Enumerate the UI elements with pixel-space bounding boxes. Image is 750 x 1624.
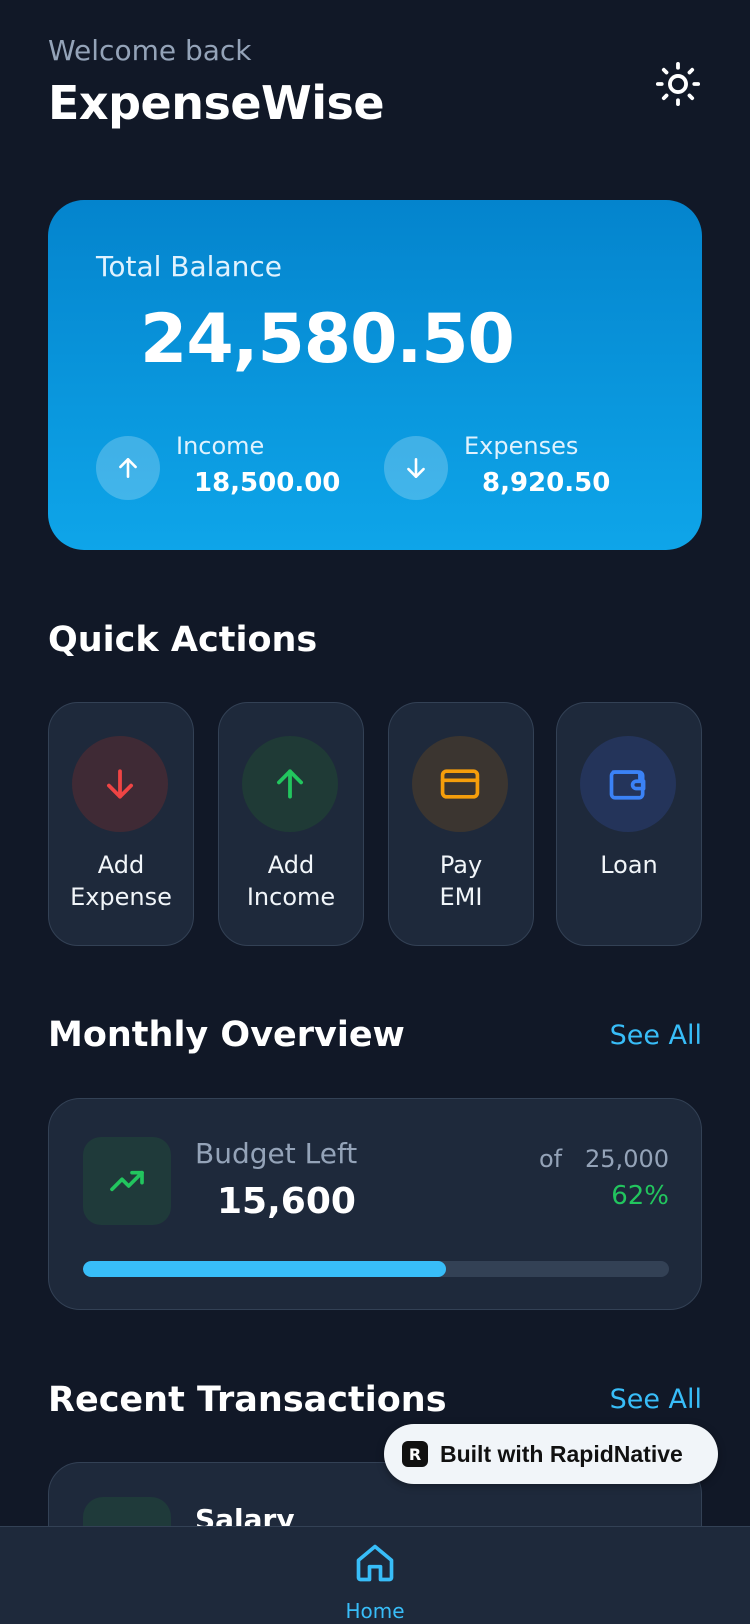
recent-transactions-see-all[interactable]: See All bbox=[610, 1384, 702, 1415]
welcome-text: Welcome back bbox=[48, 34, 252, 67]
credit-card-icon bbox=[440, 769, 480, 799]
budget-total: of 25,000 bbox=[539, 1145, 669, 1173]
theme-toggle-button[interactable] bbox=[652, 58, 704, 110]
loan-label: Loan bbox=[600, 851, 658, 879]
add-income-button[interactable]: Add Income bbox=[218, 702, 364, 946]
built-with-badge[interactable]: R Built with RapidNative bbox=[384, 1424, 718, 1484]
budget-icon-wrap bbox=[83, 1137, 171, 1225]
budget-left-amount: 15,600 bbox=[217, 1181, 356, 1222]
loan-button[interactable]: Loan bbox=[556, 702, 702, 946]
income-label: Income bbox=[176, 432, 265, 460]
wallet-icon bbox=[609, 770, 646, 800]
recent-transactions-title: Recent Transactions bbox=[48, 1380, 447, 1420]
pay-emi-icon-wrap bbox=[412, 736, 508, 832]
budget-progress-bar bbox=[83, 1261, 669, 1277]
balance-amount: 24,580.50 bbox=[140, 300, 515, 379]
budget-left-label: Budget Left bbox=[195, 1137, 358, 1170]
add-income-icon-wrap bbox=[242, 736, 338, 832]
home-icon bbox=[356, 1544, 394, 1582]
budget-progress-fill bbox=[83, 1261, 447, 1277]
quick-actions-title: Quick Actions bbox=[48, 620, 318, 660]
expenses-indicator bbox=[384, 436, 448, 500]
arrow-up-icon bbox=[277, 769, 303, 799]
rapidnative-logo-icon: R bbox=[402, 1441, 428, 1467]
balance-card: Total Balance 24,580.50 Income 18,500.00… bbox=[48, 200, 702, 550]
bottom-nav: Home bbox=[0, 1526, 750, 1624]
monthly-overview-see-all[interactable]: See All bbox=[610, 1020, 702, 1051]
pay-emi-label: Pay EMI bbox=[439, 851, 483, 911]
add-income-label: Add Income bbox=[246, 851, 336, 911]
sun-icon bbox=[655, 61, 701, 107]
budget-percent: 62% bbox=[611, 1181, 669, 1211]
trending-up-icon bbox=[110, 1170, 144, 1192]
add-expense-button[interactable]: Add Expense bbox=[48, 702, 194, 946]
add-expense-label: Add Expense bbox=[70, 851, 172, 911]
arrow-down-icon bbox=[407, 458, 425, 478]
loan-icon-wrap bbox=[580, 736, 676, 832]
expenses-value: 8,920.50 bbox=[482, 468, 611, 498]
badge-text: Built with RapidNative bbox=[440, 1440, 683, 1467]
monthly-overview-title: Monthly Overview bbox=[48, 1015, 405, 1055]
expenses-label: Expenses bbox=[464, 432, 579, 460]
income-value: 18,500.00 bbox=[194, 468, 341, 498]
arrow-down-icon bbox=[107, 769, 133, 799]
budget-card[interactable]: Budget Left 15,600 of 25,000 62% bbox=[48, 1098, 702, 1310]
balance-label: Total Balance bbox=[96, 250, 282, 283]
income-indicator bbox=[96, 436, 160, 500]
app-title: ExpenseWise bbox=[48, 76, 385, 130]
nav-home-label: Home bbox=[345, 1599, 405, 1623]
nav-home[interactable]: Home bbox=[335, 1541, 415, 1624]
pay-emi-button[interactable]: Pay EMI bbox=[388, 702, 534, 946]
arrow-up-icon bbox=[119, 458, 137, 478]
add-expense-icon-wrap bbox=[72, 736, 168, 832]
